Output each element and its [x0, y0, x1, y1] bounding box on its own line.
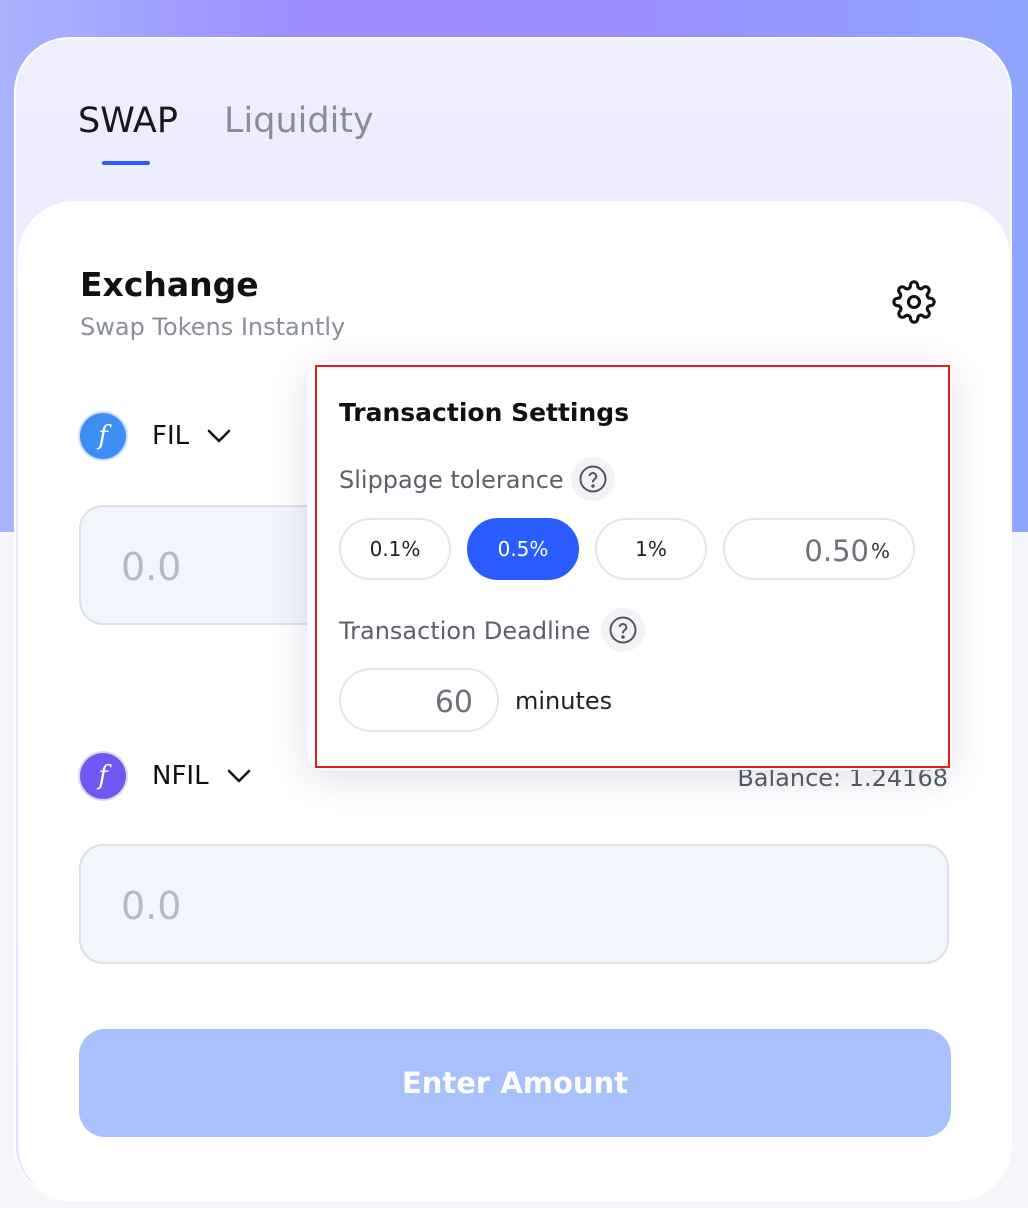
custom-slippage-field: % [723, 518, 915, 580]
question-circle-icon[interactable] [571, 457, 615, 501]
from-token-symbol: FIL [152, 421, 190, 451]
slippage-option-0-5[interactable]: 0.5% [467, 518, 579, 580]
percent-unit: % [871, 539, 891, 563]
slippage-option-1[interactable]: 1% [595, 518, 707, 580]
slippage-option-0-1[interactable]: 0.1% [339, 518, 451, 580]
page-subtitle: Swap Tokens Instantly [80, 313, 346, 341]
chevron-down-icon [227, 769, 251, 783]
slippage-label: Slippage tolerance [339, 466, 564, 494]
fil-logo-icon: f [80, 413, 126, 459]
question-circle-icon[interactable] [601, 608, 645, 652]
to-token-symbol: NFIL [152, 761, 209, 791]
page-title: Exchange [80, 265, 259, 304]
active-tab-indicator [102, 161, 150, 165]
from-token-selector[interactable]: f FIL [80, 413, 280, 463]
tab-swap[interactable]: SWAP [78, 101, 178, 141]
to-token-selector[interactable]: f NFIL [80, 753, 300, 803]
deadline-input[interactable] [355, 682, 475, 722]
enter-amount-button[interactable]: Enter Amount [79, 1029, 951, 1137]
custom-slippage-input[interactable] [739, 532, 871, 570]
deadline-unit: minutes [515, 687, 613, 715]
settings-title: Transaction Settings [339, 398, 630, 427]
chevron-down-icon [207, 429, 231, 443]
transaction-settings-popup: Transaction Settings Slippage tolerance … [307, 362, 952, 770]
to-amount-input[interactable] [119, 880, 903, 932]
tab-liquidity[interactable]: Liquidity [224, 101, 374, 141]
nfil-logo-icon: f [80, 753, 126, 799]
deadline-label: Transaction Deadline [339, 617, 591, 645]
to-amount-box [79, 844, 949, 964]
deadline-field [339, 668, 499, 732]
gear-icon[interactable] [892, 280, 936, 324]
